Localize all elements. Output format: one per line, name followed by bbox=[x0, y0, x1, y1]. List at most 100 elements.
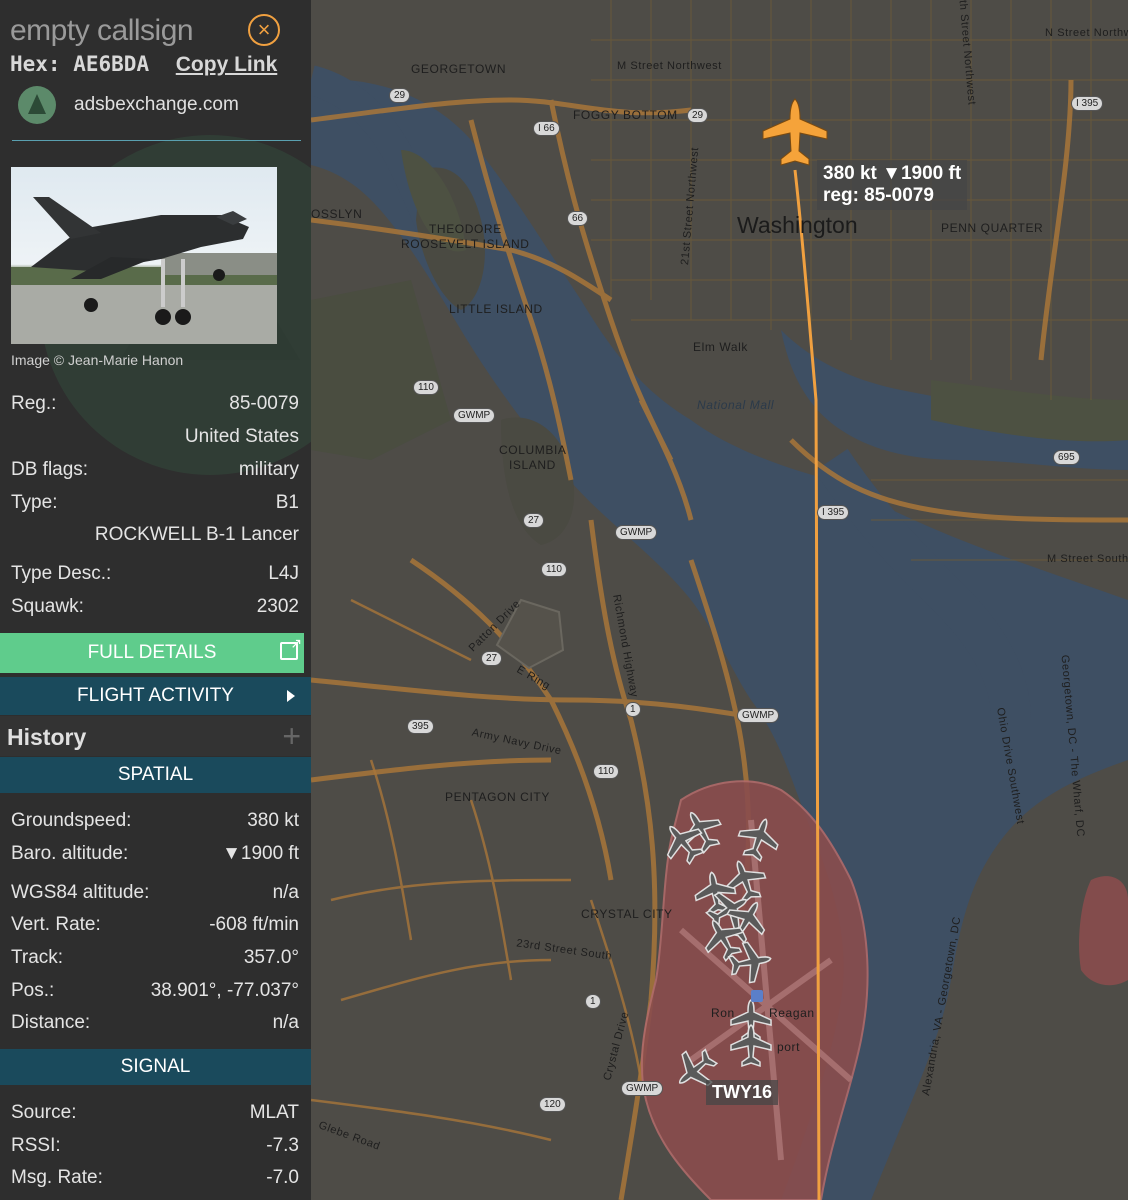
rssi-label: RSSI: bbox=[11, 1135, 61, 1156]
wgs84-altitude-label: WGS84 altitude: bbox=[11, 882, 150, 903]
route-shield: 110 bbox=[593, 764, 619, 779]
signal-title: SIGNAL bbox=[120, 1056, 191, 1077]
map-label: Elm Walk bbox=[693, 340, 749, 354]
spatial-header: SPATIAL bbox=[0, 757, 311, 793]
route-shield: 1 bbox=[585, 994, 601, 1009]
squawk-label: Squawk: bbox=[11, 596, 84, 617]
divider bbox=[12, 140, 301, 141]
position-value: 38.901°, -77.037° bbox=[150, 980, 299, 1001]
callout-speed-altitude: 380 kt ▼1900 ft bbox=[823, 163, 962, 184]
distance-label: Distance: bbox=[11, 1012, 91, 1033]
country-value: United States bbox=[184, 426, 299, 447]
msg-rate-value: -7.0 bbox=[266, 1167, 299, 1188]
adsbx-logo-icon bbox=[18, 86, 56, 124]
close-icon: × bbox=[257, 17, 271, 42]
map-label: PENTAGON CITY bbox=[445, 790, 550, 804]
aircraft-info-panel: empty callsign × Hex: AE6BDA Copy Link a… bbox=[0, 0, 311, 1200]
map-view[interactable]: GEORGETOWN FOGGY BOTTOM OSSLYN THEODORE … bbox=[311, 0, 1128, 1200]
map-label: LITTLE ISLAND bbox=[449, 302, 543, 316]
history-header: History + bbox=[0, 716, 311, 756]
hex-label: Hex: bbox=[10, 52, 61, 76]
callsign-title: empty callsign bbox=[10, 14, 194, 47]
map-label: M Street Northwest bbox=[617, 60, 722, 72]
type-desc-label: Type Desc.: bbox=[11, 563, 112, 584]
db-flags-label: DB flags: bbox=[11, 459, 89, 480]
b1-lancer-image bbox=[11, 197, 277, 344]
spatial-title: SPATIAL bbox=[117, 764, 194, 785]
route-shield: I 395 bbox=[817, 505, 850, 520]
route-shield: 110 bbox=[541, 562, 567, 577]
flight-activity-label: FLIGHT ACTIVITY bbox=[77, 685, 234, 706]
callout-registration: reg: 85-0079 bbox=[823, 185, 934, 206]
map-label: ROOSEVELT ISLAND bbox=[401, 237, 530, 251]
track-label: Track: bbox=[11, 947, 64, 968]
aircraft-callout: 380 kt ▼1900 ft reg: 85-0079 bbox=[817, 160, 968, 210]
source-label: Source: bbox=[11, 1102, 77, 1123]
copy-link-button[interactable]: Copy Link bbox=[176, 53, 278, 76]
twy16-label: TWY16 bbox=[706, 1080, 779, 1105]
expand-history-button[interactable]: + bbox=[282, 718, 301, 755]
distance-value: n/a bbox=[272, 1012, 299, 1033]
type-value: B1 bbox=[275, 492, 299, 513]
map-label: CRYSTAL CITY bbox=[581, 907, 673, 921]
map-label: M Street South bbox=[1047, 553, 1128, 565]
baro-altitude-label: Baro. altitude: bbox=[11, 843, 129, 864]
msg-rate-label: Msg. Rate: bbox=[11, 1167, 103, 1188]
route-shield: 66 bbox=[567, 211, 589, 226]
external-link-icon bbox=[280, 635, 302, 660]
route-shield: GWMP bbox=[615, 525, 658, 540]
route-shield: 27 bbox=[481, 651, 503, 666]
map-label: Ron bbox=[711, 1006, 735, 1020]
map-label: PENN QUARTER bbox=[941, 221, 1044, 235]
map-label: National Mall bbox=[697, 398, 775, 412]
source-value: MLAT bbox=[249, 1102, 299, 1123]
map-label: ISLAND bbox=[509, 458, 556, 472]
reg-label: Reg.: bbox=[11, 393, 57, 414]
app-window: empty callsign × Hex: AE6BDA Copy Link a… bbox=[0, 0, 1128, 1200]
photo-credit: Image © Jean-Marie Hanon bbox=[11, 352, 184, 368]
map-label: port bbox=[777, 1040, 801, 1054]
map-label: COLUMBIA bbox=[499, 443, 567, 457]
route-shield: I 395 bbox=[1071, 96, 1104, 111]
full-details-label: FULL DETAILS bbox=[87, 642, 217, 663]
groundspeed-label: Groundspeed: bbox=[11, 810, 132, 831]
flight-activity-button[interactable]: FLIGHT ACTIVITY bbox=[0, 677, 311, 715]
track-value: 357.0° bbox=[243, 947, 299, 968]
site-link[interactable]: adsbexchange.com bbox=[18, 86, 239, 124]
aircraft-photo[interactable] bbox=[11, 167, 277, 344]
play-arrow-icon bbox=[287, 690, 295, 702]
groundspeed-value: 380 kt bbox=[247, 810, 299, 831]
route-shield: 27 bbox=[523, 513, 545, 528]
close-panel-button[interactable]: × bbox=[248, 14, 280, 46]
route-shield: 395 bbox=[407, 719, 434, 734]
hex-value: AE6BDA bbox=[73, 52, 150, 76]
full-details-button[interactable]: FULL DETAILS bbox=[0, 633, 304, 673]
type-label: Type: bbox=[11, 492, 58, 513]
baro-altitude-value: ▼1900 ft bbox=[222, 843, 299, 864]
reg-value: 85-0079 bbox=[229, 393, 299, 414]
wgs84-altitude-value: n/a bbox=[272, 882, 299, 903]
db-flags-value: military bbox=[238, 459, 299, 480]
vert-rate-value: -608 ft/min bbox=[209, 914, 299, 935]
type-full-value: ROCKWELL B-1 Lancer bbox=[94, 524, 299, 545]
squawk-value: 2302 bbox=[256, 596, 299, 617]
route-shield: 695 bbox=[1053, 450, 1080, 465]
airport-icon bbox=[751, 990, 763, 1002]
map-label: N Street Northwest bbox=[1045, 27, 1128, 39]
map-label: Reagan bbox=[769, 1006, 815, 1020]
position-label: Pos.: bbox=[11, 980, 55, 1001]
route-shield: 1 bbox=[625, 702, 641, 717]
hex-row: Hex: AE6BDA Copy Link bbox=[10, 52, 277, 77]
map-label: FOGGY BOTTOM bbox=[573, 108, 678, 122]
map-label: THEODORE bbox=[429, 222, 502, 236]
route-shield: I 66 bbox=[533, 121, 560, 136]
route-shield: 110 bbox=[413, 380, 439, 395]
map-canvas bbox=[311, 0, 1128, 1200]
vert-rate-label: Vert. Rate: bbox=[11, 914, 101, 935]
type-desc-value: L4J bbox=[268, 563, 299, 584]
route-shield: GWMP bbox=[621, 1081, 664, 1096]
route-shield: GWMP bbox=[737, 708, 780, 723]
route-shield: 120 bbox=[539, 1097, 566, 1112]
route-shield: GWMP bbox=[453, 408, 496, 423]
history-title: History bbox=[7, 724, 87, 750]
